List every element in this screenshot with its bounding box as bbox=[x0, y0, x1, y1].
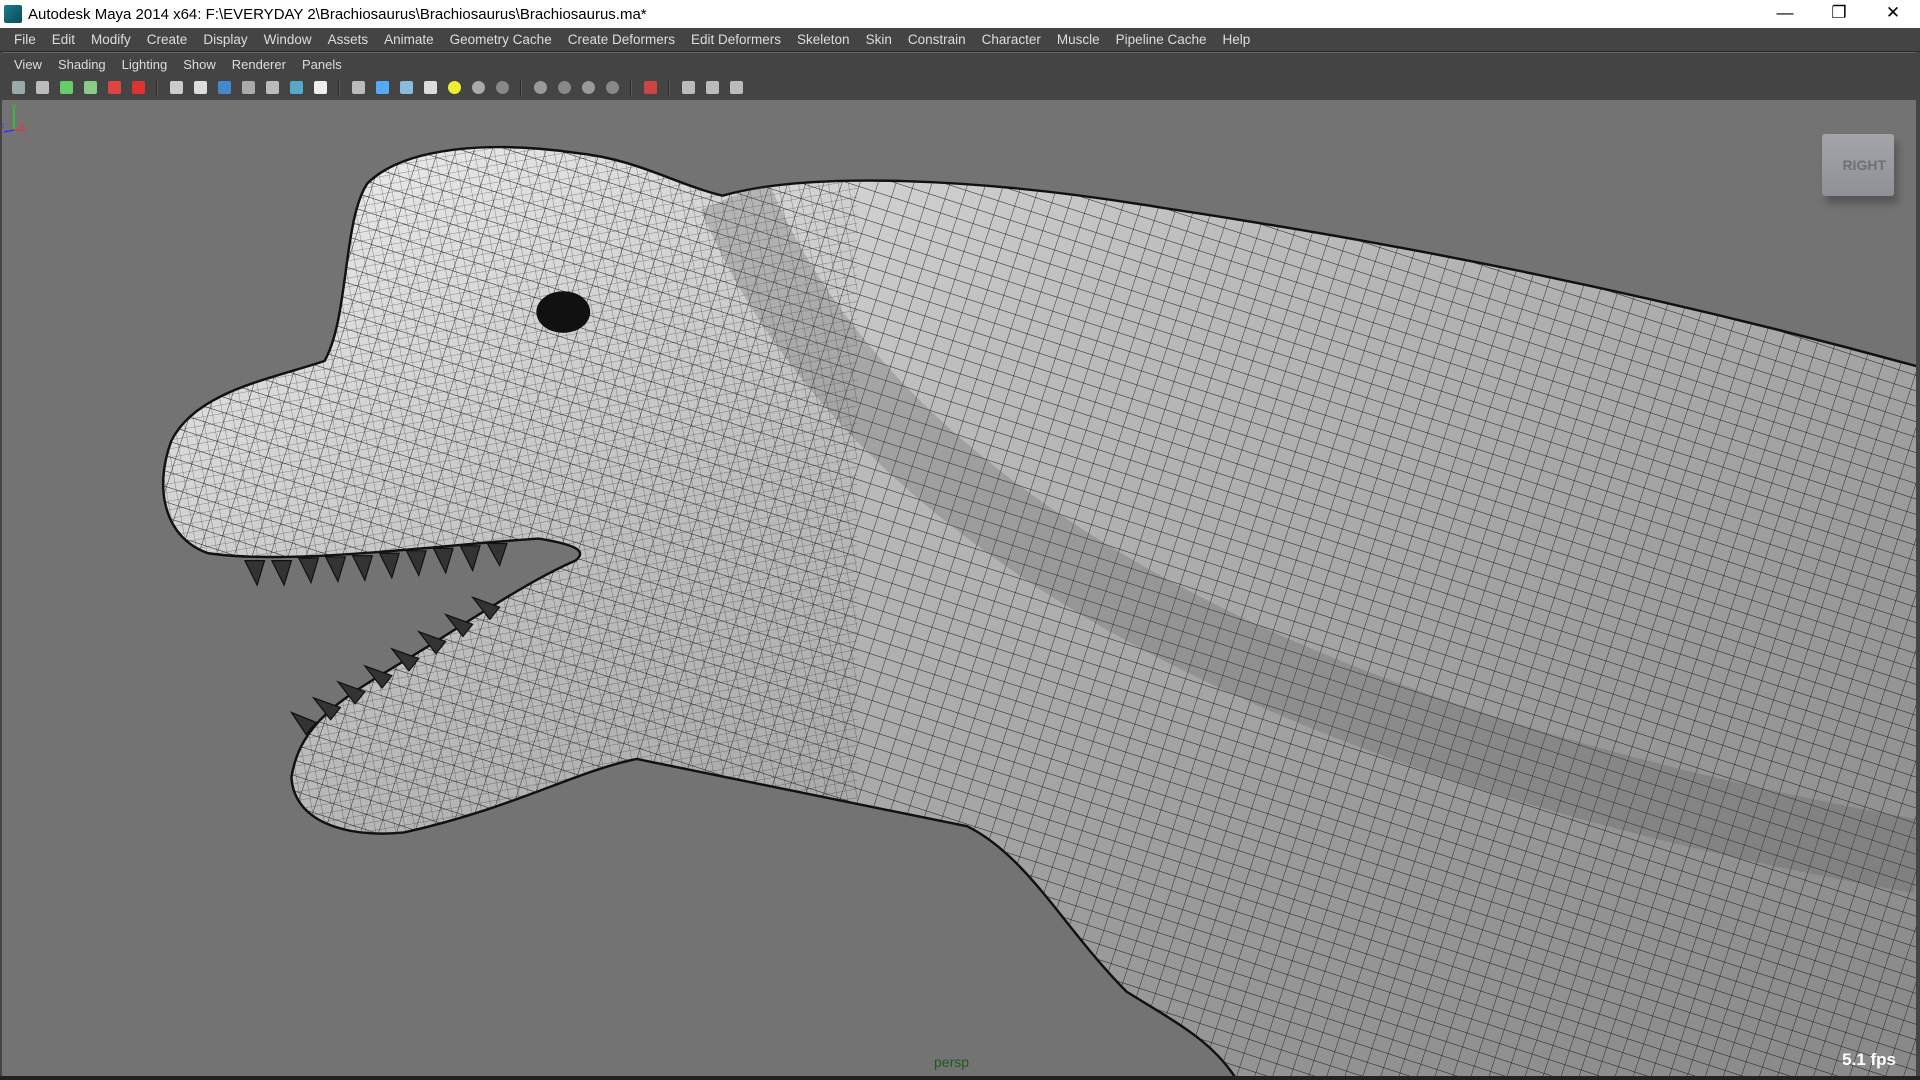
gate-mask-icon[interactable] bbox=[238, 78, 258, 98]
menu-create[interactable]: Create bbox=[139, 32, 196, 47]
field-chart-icon[interactable] bbox=[262, 78, 282, 98]
menu-display[interactable]: Display bbox=[195, 32, 255, 47]
minimize-button[interactable]: — bbox=[1758, 0, 1812, 28]
menu-constrain[interactable]: Constrain bbox=[900, 32, 974, 47]
fps-counter: 5.1 fps bbox=[1842, 1050, 1896, 1069]
xray-icon[interactable] bbox=[678, 78, 698, 98]
select-camera-icon[interactable] bbox=[8, 78, 28, 98]
menu-assets[interactable]: Assets bbox=[320, 32, 377, 47]
panel-menu-bar: View Shading Lighting Show Renderer Panels bbox=[2, 52, 1916, 75]
menu-muscle[interactable]: Muscle bbox=[1049, 32, 1108, 47]
toolbar-separator bbox=[668, 78, 670, 97]
axis-x-label: x bbox=[20, 120, 25, 130]
axis-z-label: z bbox=[2, 120, 5, 130]
restore-button[interactable]: ❐ bbox=[1812, 0, 1866, 28]
xray-joints-icon[interactable] bbox=[702, 78, 722, 98]
use-all-lights-icon[interactable] bbox=[444, 78, 464, 98]
wireframe-on-shaded-icon[interactable] bbox=[396, 78, 416, 98]
menu-skeleton[interactable]: Skeleton bbox=[789, 32, 858, 47]
panel-menu-shading[interactable]: Shading bbox=[50, 57, 114, 72]
maya-logo-icon bbox=[4, 5, 22, 23]
viewcube-label: RIGHT bbox=[1842, 157, 1886, 173]
viewport-persp[interactable]: RIGHT y z x persp 5.1 fps bbox=[2, 100, 1916, 1076]
panel-menu-view[interactable]: View bbox=[6, 57, 50, 72]
wireframe-icon[interactable] bbox=[348, 78, 368, 98]
isolate-select-icon[interactable] bbox=[640, 78, 660, 98]
close-button[interactable]: ✕ bbox=[1866, 0, 1920, 28]
menu-skin[interactable]: Skin bbox=[858, 32, 900, 47]
camera-label: persp bbox=[934, 1054, 970, 1070]
lock-camera-icon[interactable] bbox=[32, 78, 52, 98]
ambient-occlusion-icon[interactable] bbox=[492, 78, 512, 98]
menu-geometry-cache[interactable]: Geometry Cache bbox=[442, 32, 560, 47]
safe-title-icon[interactable] bbox=[310, 78, 330, 98]
main-menu-bar: File Edit Modify Create Display Window Assets A… bbox=[0, 28, 1920, 52]
axis-gizmo-icon: y z x bbox=[2, 101, 26, 133]
menu-edit-deformers[interactable]: Edit Deformers bbox=[683, 32, 789, 47]
resolution-gate-icon[interactable] bbox=[214, 78, 234, 98]
grid-icon[interactable] bbox=[166, 78, 186, 98]
toolbar-separator bbox=[156, 78, 158, 97]
shadows-icon[interactable] bbox=[468, 78, 488, 98]
panel-menu-renderer[interactable]: Renderer bbox=[224, 57, 294, 72]
window-title: Autodesk Maya 2014 x64: F:\EVERYDAY 2\Br… bbox=[28, 5, 647, 23]
toolbar-separator bbox=[520, 78, 522, 97]
anti-aliasing-icon[interactable] bbox=[554, 78, 574, 98]
menu-file[interactable]: File bbox=[6, 32, 44, 47]
menu-edit[interactable]: Edit bbox=[44, 32, 83, 47]
smooth-shade-icon[interactable] bbox=[372, 78, 392, 98]
textured-icon[interactable] bbox=[420, 78, 440, 98]
menu-character[interactable]: Character bbox=[974, 32, 1049, 47]
toolbar-separator bbox=[630, 78, 632, 97]
depth-of-field-icon[interactable] bbox=[578, 78, 598, 98]
menu-create-deformers[interactable]: Create Deformers bbox=[560, 32, 683, 47]
menu-help[interactable]: Help bbox=[1214, 32, 1258, 47]
panel-menu-panels[interactable]: Panels bbox=[294, 57, 350, 72]
xray-components-icon[interactable] bbox=[726, 78, 746, 98]
film-gate-icon[interactable] bbox=[190, 78, 210, 98]
camera-attributes-icon[interactable] bbox=[56, 78, 76, 98]
menu-animate[interactable]: Animate bbox=[376, 32, 442, 47]
axis-y-label: y bbox=[12, 101, 17, 111]
bottom-border bbox=[0, 1076, 1920, 1080]
panel-menu-lighting[interactable]: Lighting bbox=[114, 57, 176, 72]
bookmarks-icon[interactable] bbox=[80, 78, 100, 98]
menu-window[interactable]: Window bbox=[256, 32, 320, 47]
safe-action-icon[interactable] bbox=[286, 78, 306, 98]
panel-toolbar bbox=[2, 75, 1916, 100]
brachiosaurus-mesh bbox=[161, 145, 1916, 1076]
toolbar-separator bbox=[338, 78, 340, 97]
screen-space-icon[interactable] bbox=[602, 78, 622, 98]
eye bbox=[536, 291, 591, 333]
motion-blur-icon[interactable] bbox=[530, 78, 550, 98]
view-cube[interactable]: RIGHT bbox=[1822, 134, 1894, 196]
panel-menu-show[interactable]: Show bbox=[175, 57, 224, 72]
image-plane-icon[interactable] bbox=[104, 78, 124, 98]
menu-pipeline-cache[interactable]: Pipeline Cache bbox=[1108, 32, 1215, 47]
grease-pencil-icon[interactable] bbox=[128, 78, 148, 98]
menu-modify[interactable]: Modify bbox=[83, 32, 139, 47]
title-bar: Autodesk Maya 2014 x64: F:\EVERYDAY 2\Br… bbox=[0, 0, 1920, 28]
